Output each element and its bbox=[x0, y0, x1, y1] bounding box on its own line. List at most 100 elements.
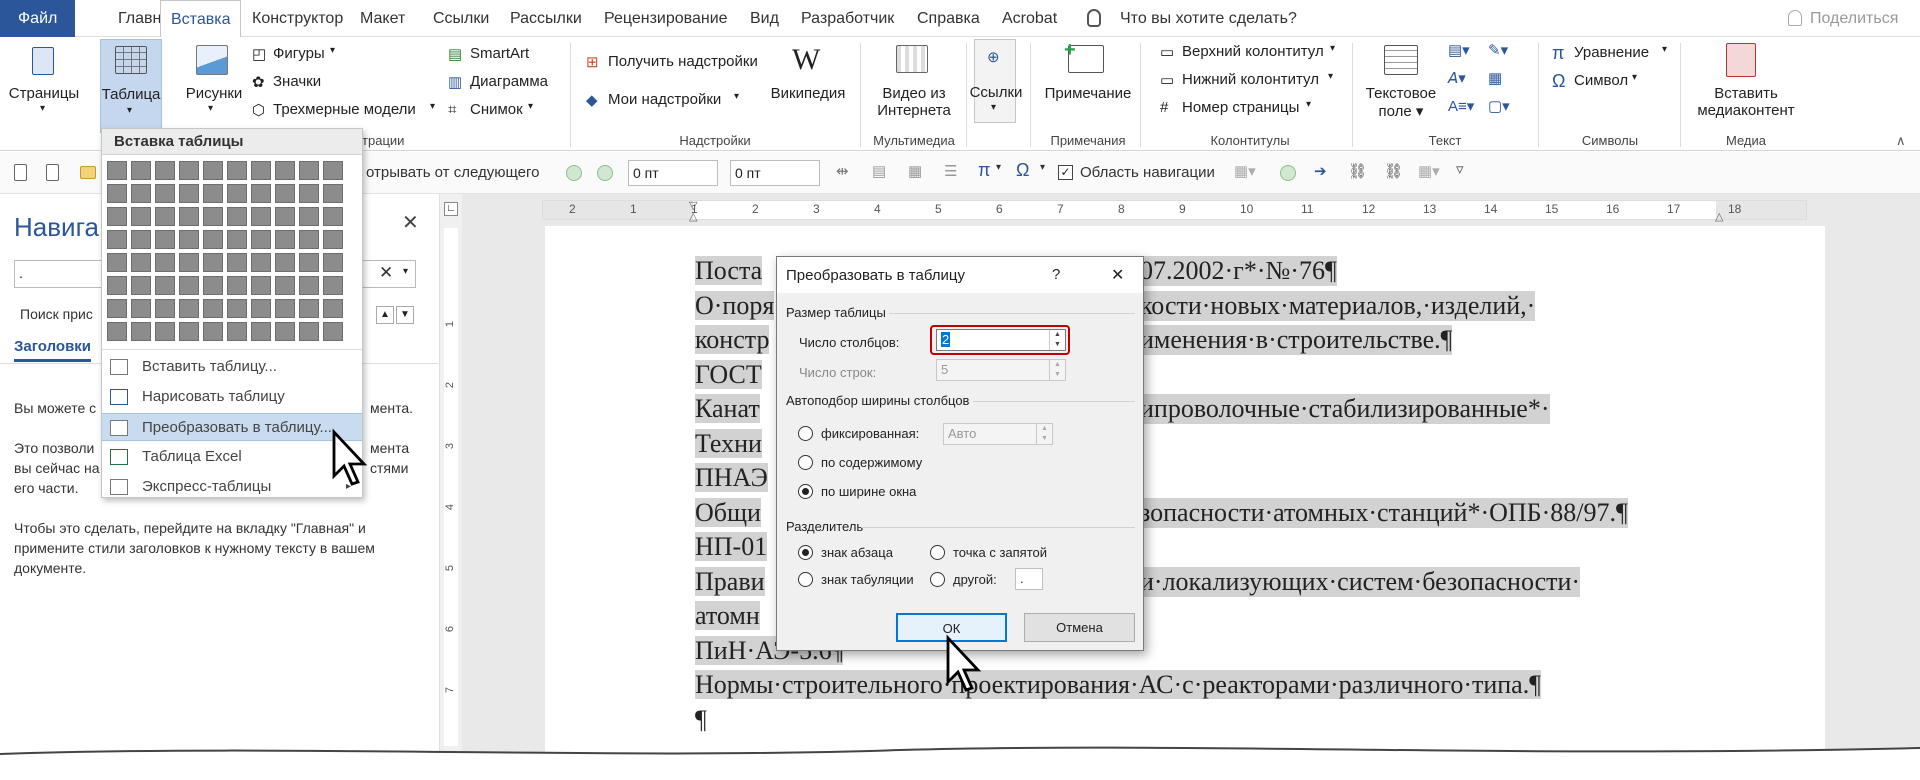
table-grid-cell[interactable] bbox=[179, 161, 199, 180]
table-grid-cell[interactable] bbox=[299, 184, 319, 203]
table-grid-cell[interactable] bbox=[275, 299, 295, 318]
table-grid-cell[interactable] bbox=[107, 276, 127, 295]
sep-tab-radio[interactable] bbox=[798, 572, 813, 587]
table-grid-cell[interactable] bbox=[299, 253, 319, 272]
table-grid-cell[interactable] bbox=[227, 161, 247, 180]
fixed-width-radio[interactable] bbox=[798, 426, 813, 441]
date-time-icon[interactable]: ▦ bbox=[1488, 69, 1502, 87]
table-grid-cell[interactable] bbox=[179, 276, 199, 295]
close-icon[interactable]: ✕ bbox=[402, 210, 419, 235]
sep-semicolon-radio[interactable] bbox=[930, 545, 945, 560]
draw-table-item[interactable]: Нарисовать таблицу bbox=[102, 383, 362, 411]
table-grid-cell[interactable] bbox=[131, 299, 151, 318]
lines-icon[interactable]: ☰ bbox=[944, 162, 957, 180]
autofit-content-radio[interactable] bbox=[798, 455, 813, 470]
table-grid-cell[interactable] bbox=[227, 276, 247, 295]
smartart-button[interactable]: SmartArt bbox=[470, 45, 529, 62]
omega-icon[interactable]: Ω bbox=[1016, 160, 1029, 181]
table-grid-cell[interactable] bbox=[203, 253, 223, 272]
share-button[interactable]: Поделиться bbox=[1800, 0, 1908, 37]
table-grid-cell[interactable] bbox=[107, 253, 127, 272]
wikipedia-button[interactable]: Википедия bbox=[766, 85, 850, 102]
chart-button[interactable]: Диаграмма bbox=[470, 73, 548, 90]
table-grid-cell[interactable] bbox=[155, 253, 175, 272]
table-grid-cell[interactable] bbox=[107, 322, 127, 341]
table-grid-cell[interactable] bbox=[203, 207, 223, 226]
table-grid-cell[interactable] bbox=[227, 322, 247, 341]
tab-stop-selector[interactable]: ∟ bbox=[444, 202, 458, 216]
table-grid-cell[interactable] bbox=[251, 276, 271, 295]
shapes-button[interactable]: Фигуры bbox=[273, 45, 325, 62]
insert-table-item[interactable]: Вставить таблицу... bbox=[102, 353, 362, 381]
green-circle-icon[interactable] bbox=[1280, 165, 1296, 181]
green-circle-icon[interactable] bbox=[597, 165, 613, 181]
table-grid-cell[interactable] bbox=[323, 184, 343, 203]
page-number-button[interactable]: Номер страницы bbox=[1182, 99, 1299, 116]
next-result-button[interactable]: ▼ bbox=[396, 306, 414, 324]
table-grid-cell[interactable] bbox=[251, 322, 271, 341]
table-grid-cell[interactable] bbox=[155, 230, 175, 249]
table-grid-cell[interactable] bbox=[179, 230, 199, 249]
table-grid-cell[interactable] bbox=[299, 207, 319, 226]
signature-line-icon[interactable]: ✎▾ bbox=[1488, 41, 1508, 59]
tab-file[interactable]: Файл bbox=[0, 0, 76, 37]
wordart-icon[interactable]: 𝘈▾ bbox=[1448, 69, 1466, 87]
tab-view[interactable]: Вид bbox=[740, 0, 789, 37]
pages-button[interactable]: Страницы bbox=[0, 85, 88, 102]
collapse-ribbon-icon[interactable]: ∧ bbox=[1896, 133, 1906, 149]
table-grid-cell[interactable] bbox=[299, 161, 319, 180]
autofit-window-radio[interactable] bbox=[798, 484, 813, 499]
help-button[interactable]: ? bbox=[1052, 266, 1060, 283]
table-grid-cell[interactable] bbox=[203, 276, 223, 295]
sep-paragraph-radio[interactable] bbox=[798, 545, 813, 560]
table-grid-cell[interactable] bbox=[227, 299, 247, 318]
equation-icon[interactable]: π bbox=[978, 160, 990, 181]
spacing-after-input[interactable]: 0 пт bbox=[730, 160, 820, 186]
right-indent-marker[interactable]: △ bbox=[1715, 210, 1723, 223]
pages-icon[interactable]: ▦ bbox=[908, 162, 922, 180]
table-grid-cell[interactable] bbox=[299, 322, 319, 341]
table-grid-cell[interactable] bbox=[323, 276, 343, 295]
tab-references[interactable]: Ссылки bbox=[423, 0, 499, 37]
open-folder-icon[interactable] bbox=[80, 166, 96, 179]
sep-other-input[interactable]: . bbox=[1015, 568, 1043, 590]
chevron-down-icon[interactable]: ▾ bbox=[403, 266, 408, 277]
table-grid-cell[interactable] bbox=[251, 184, 271, 203]
document-page[interactable]: Поста 07.2002·г*·№·76¶ О·поря кости·новых·м… bbox=[545, 226, 1825, 754]
table-grid-cell[interactable] bbox=[227, 253, 247, 272]
table-grid-cell[interactable] bbox=[275, 184, 295, 203]
table-grid-cell[interactable] bbox=[131, 207, 151, 226]
table-grid-cell[interactable] bbox=[131, 322, 151, 341]
equation-button[interactable]: Уравнение bbox=[1574, 44, 1649, 61]
object-icon[interactable]: ▢▾ bbox=[1488, 97, 1510, 115]
table-grid-cell[interactable] bbox=[203, 161, 223, 180]
footer-button[interactable]: Нижний колонтитул bbox=[1182, 71, 1319, 88]
table-grid-cell[interactable] bbox=[107, 161, 127, 180]
table-grid-cell[interactable] bbox=[107, 207, 127, 226]
table-grid-cell[interactable] bbox=[203, 299, 223, 318]
table-grid-cell[interactable] bbox=[155, 276, 175, 295]
table-grid-cell[interactable] bbox=[323, 161, 343, 180]
table-grid-cell[interactable] bbox=[323, 207, 343, 226]
new-document-icon[interactable] bbox=[14, 164, 27, 181]
tab-mailings[interactable]: Рассылки bbox=[500, 0, 592, 37]
table-grid-icon[interactable]: ▦▾ bbox=[1234, 162, 1256, 180]
3d-models-button[interactable]: Трехмерные модели bbox=[273, 101, 416, 118]
table-grid-cell[interactable] bbox=[155, 322, 175, 341]
table-grid-cell[interactable] bbox=[275, 207, 295, 226]
table-grid-cell[interactable] bbox=[251, 253, 271, 272]
tab-review[interactable]: Рецензирование bbox=[594, 0, 738, 37]
table-grid-cell[interactable] bbox=[179, 299, 199, 318]
table-grid-cell[interactable] bbox=[107, 299, 127, 318]
excel-table-item[interactable]: Таблица Excel bbox=[102, 443, 362, 471]
online-video-button[interactable]: Видео из Интернета bbox=[864, 85, 964, 119]
table-grid-cell[interactable] bbox=[203, 184, 223, 203]
get-addins-button[interactable]: Получить надстройки bbox=[608, 53, 758, 70]
insert-media-button[interactable]: Вставить медиаконтент bbox=[1690, 85, 1802, 119]
table-grid-cell[interactable] bbox=[155, 161, 175, 180]
tab-headings[interactable]: Заголовки bbox=[14, 338, 92, 362]
quick-tables-item[interactable]: Экспресс-таблицы ▸ bbox=[102, 473, 362, 501]
table-grid-cell[interactable] bbox=[131, 253, 151, 272]
header-button[interactable]: Верхний колонтитул bbox=[1182, 43, 1324, 60]
table-grid-cell[interactable] bbox=[275, 253, 295, 272]
